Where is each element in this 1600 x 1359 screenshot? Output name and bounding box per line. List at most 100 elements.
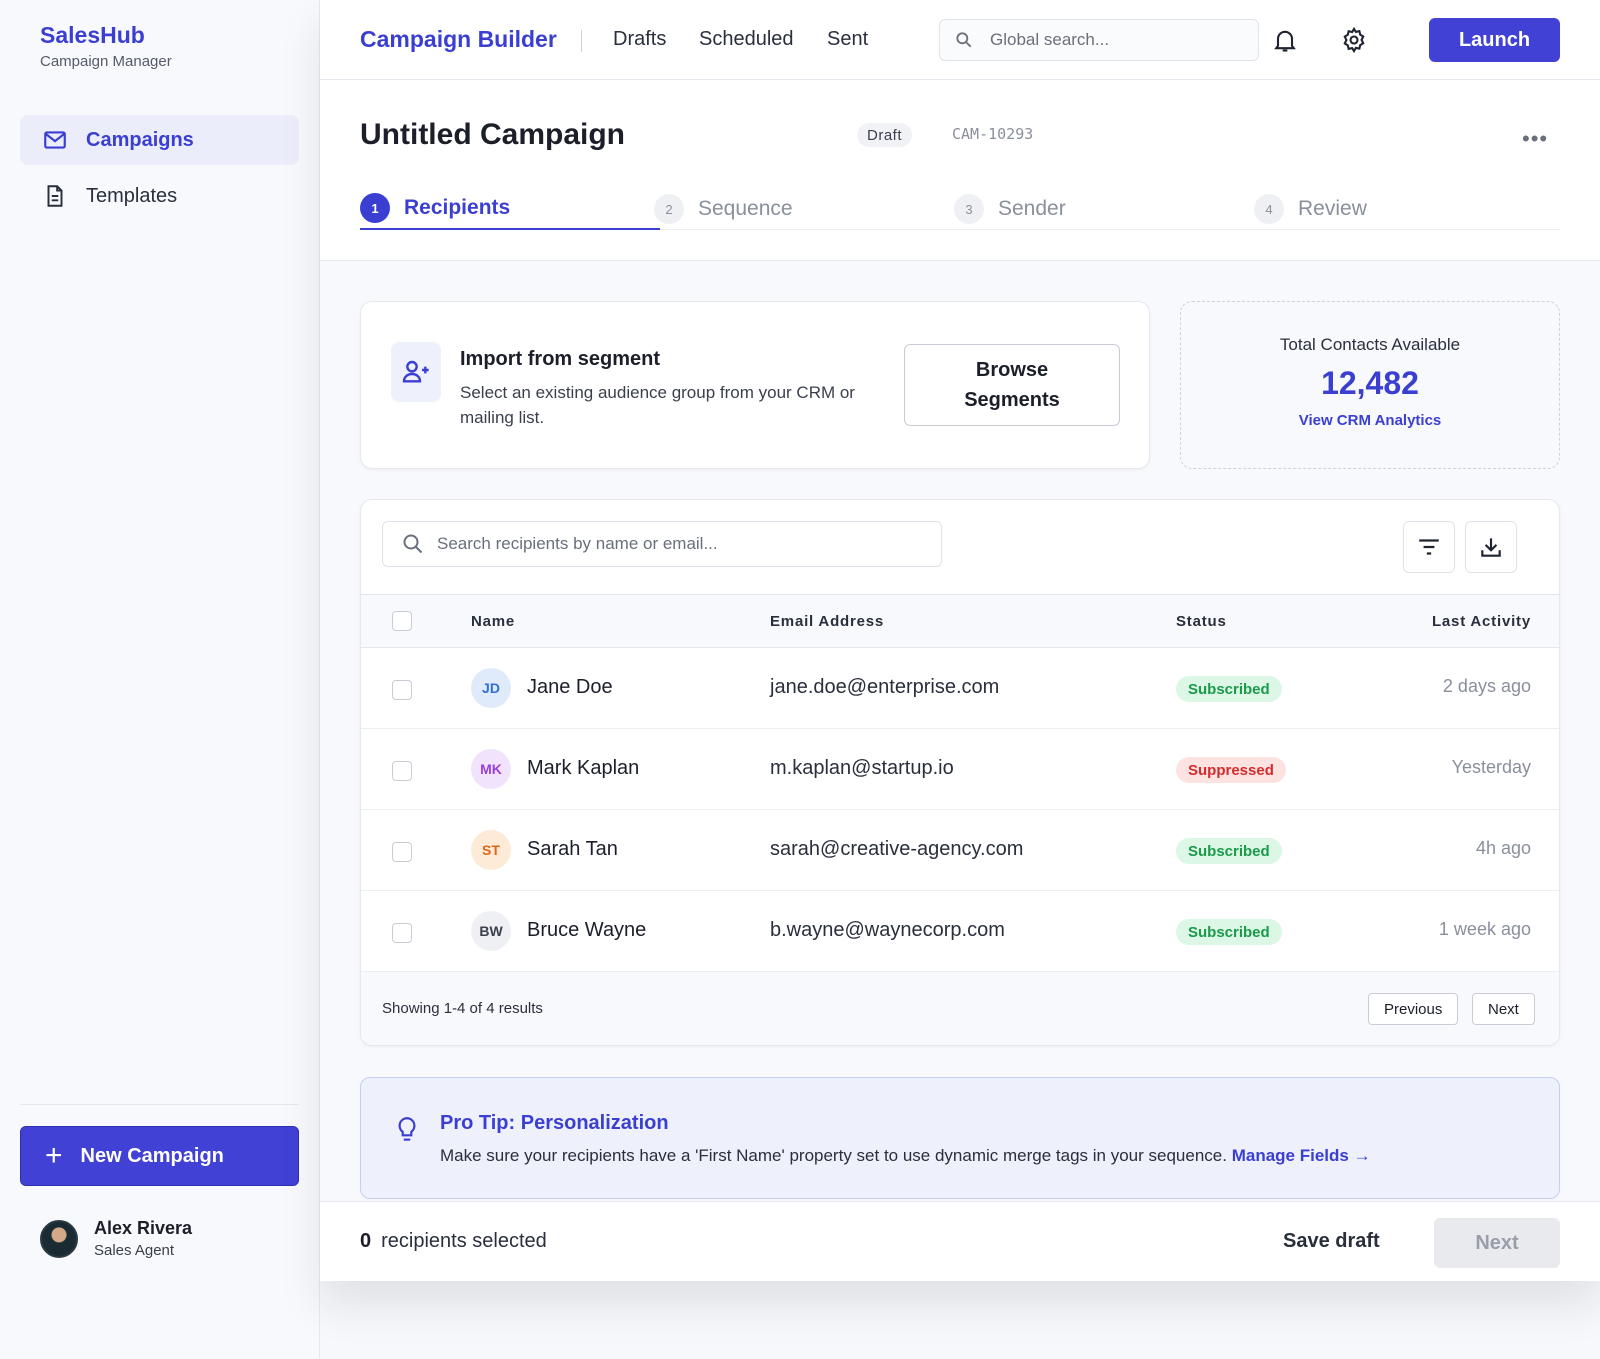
sidebar-item-campaigns[interactable]: Campaigns [20, 115, 299, 165]
import-title: Import from segment [460, 348, 661, 370]
status-badge: Subscribed [1176, 838, 1282, 864]
gear-icon[interactable] [1340, 26, 1368, 54]
step-number: 3 [954, 194, 984, 224]
row-checkbox[interactable] [392, 842, 412, 862]
view-crm-analytics-link[interactable]: View CRM Analytics [1181, 412, 1559, 429]
page-title[interactable]: Untitled Campaign [360, 118, 625, 152]
sidebar-item-templates[interactable]: Templates [20, 171, 299, 221]
user-profile[interactable]: Alex Rivera Sales Agent [40, 1218, 192, 1259]
step-number: 2 [654, 194, 684, 224]
more-options-icon[interactable]: ••• [1522, 126, 1548, 152]
step-number: 1 [360, 193, 390, 223]
sidebar-item-label: Templates [86, 184, 178, 207]
filter-button[interactable] [1403, 521, 1455, 573]
launch-button[interactable]: Launch [1429, 18, 1560, 62]
avatar: ST [471, 830, 511, 870]
status-badge: Suppressed [1176, 757, 1286, 783]
table-row[interactable]: MK Mark Kaplan m.kaplan@startup.io Suppr… [361, 729, 1559, 810]
recipient-search-input[interactable]: Search recipients by name or email... [382, 521, 942, 567]
step-label: Sender [998, 197, 1066, 220]
column-header-name[interactable]: Name [471, 613, 515, 630]
row-checkbox[interactable] [392, 761, 412, 781]
filter-icon [1419, 539, 1439, 555]
user-name: Alex Rivera [94, 1218, 193, 1238]
brand: SalesHub Campaign Manager [40, 22, 172, 70]
avatar: MK [471, 749, 511, 789]
campaign-id: CAM-10293 [952, 125, 1034, 143]
new-campaign-button[interactable]: + New Campaign [20, 1126, 299, 1186]
step-review[interactable]: 4 Review [1254, 188, 1367, 230]
recipient-email: m.kaplan@startup.io [770, 757, 954, 779]
step-recipients[interactable]: 1 Recipients [360, 188, 660, 230]
user-role: Sales Agent [94, 1242, 175, 1259]
recipient-email: b.wayne@waynecorp.com [770, 919, 1005, 941]
step-label: Sequence [698, 197, 793, 220]
global-search-input[interactable]: Global search... [939, 19, 1259, 61]
new-campaign-label: New Campaign [80, 1144, 224, 1167]
status-badge: Draft [857, 123, 913, 147]
mail-icon [44, 131, 66, 149]
selected-count: 0 [360, 1230, 372, 1252]
browse-segments-button[interactable]: Browse Segments [904, 344, 1120, 426]
table-row[interactable]: BW Bruce Wayne b.wayne@waynecorp.com Sub… [361, 891, 1559, 972]
last-activity: Yesterday [1451, 757, 1531, 777]
column-header-email[interactable]: Email Address [770, 613, 884, 630]
sidebar-divider [20, 1104, 299, 1105]
last-activity: 2 days ago [1442, 676, 1531, 696]
save-draft-button[interactable]: Save draft [1283, 1230, 1380, 1253]
recipient-search-placeholder: Search recipients by name or email... [437, 534, 718, 553]
step-number: 4 [1254, 194, 1284, 224]
lightbulb-icon [398, 1117, 416, 1141]
table-row[interactable]: JD Jane Doe jane.doe@enterprise.com Subs… [361, 648, 1559, 729]
import-description: Select an existing audience group from y… [460, 383, 855, 427]
column-header-status[interactable]: Status [1176, 613, 1227, 630]
row-checkbox[interactable] [392, 680, 412, 700]
nav-link-scheduled[interactable]: Scheduled [699, 28, 794, 51]
row-checkbox[interactable] [392, 923, 412, 943]
sidebar: SalesHub Campaign Manager Campaigns Temp… [0, 0, 320, 1359]
table-footer: Showing 1-4 of 4 results Previous Next [361, 972, 1559, 1045]
document-icon [47, 185, 63, 207]
last-activity: 1 week ago [1438, 919, 1531, 939]
previous-page-button[interactable]: Previous [1368, 993, 1459, 1025]
status-badge: Subscribed [1176, 676, 1282, 702]
nav-link-sent[interactable]: Sent [827, 28, 868, 51]
app-title[interactable]: Campaign Builder [360, 26, 557, 53]
contacts-label: Total Contacts Available [1279, 335, 1461, 354]
contacts-value: 12,482 [1321, 365, 1419, 401]
nav-link-drafts[interactable]: Drafts [613, 28, 666, 51]
last-activity: 4h ago [1475, 838, 1531, 858]
campaign-header: Untitled Campaign Draft CAM-10293 ••• 1 … [320, 80, 1600, 261]
search-icon [403, 534, 423, 554]
global-search-placeholder: Global search... [990, 30, 1110, 49]
download-button[interactable] [1465, 521, 1517, 573]
next-step-button[interactable]: Next [1434, 1218, 1560, 1268]
avatar [40, 1219, 78, 1258]
manage-fields-link[interactable]: Manage Fields → [1232, 1146, 1371, 1165]
bell-icon[interactable] [1271, 26, 1299, 54]
step-sender[interactable]: 3 Sender [954, 188, 1066, 230]
next-page-button[interactable]: Next [1472, 993, 1535, 1025]
step-sequence[interactable]: 2 Sequence [654, 188, 793, 230]
avatar: JD [471, 668, 511, 708]
table-header: Name Email Address Status Last Activity [361, 594, 1559, 648]
brand-name[interactable]: SalesHub [40, 22, 172, 49]
table-row[interactable]: ST Sarah Tan sarah@creative-agency.com S… [361, 810, 1559, 891]
selected-label: recipients selected [381, 1230, 547, 1252]
results-count: Showing 1-4 of 4 results [382, 1000, 543, 1017]
select-all-checkbox[interactable] [392, 611, 412, 631]
sidebar-item-label: Campaigns [86, 128, 194, 151]
recipient-email: sarah@creative-agency.com [770, 838, 1024, 860]
tip-title: Pro Tip: Personalization [440, 1112, 669, 1134]
topbar-separator [581, 30, 582, 52]
pro-tip-banner: Pro Tip: Personalization Make sure your … [360, 1077, 1560, 1199]
stepper: 1 Recipients 2 Sequence 3 Sender 4 Revie… [360, 188, 1560, 230]
download-icon [1481, 538, 1501, 557]
search-icon [956, 32, 972, 48]
step-label: Recipients [404, 196, 511, 219]
column-header-last-activity[interactable]: Last Activity [1432, 613, 1531, 630]
recipient-name: Mark Kaplan [527, 757, 640, 779]
add-users-icon [391, 342, 441, 402]
plus-icon: + [45, 1139, 63, 1172]
recipients-table-card: Search recipients by name or email... Na… [360, 499, 1560, 1046]
